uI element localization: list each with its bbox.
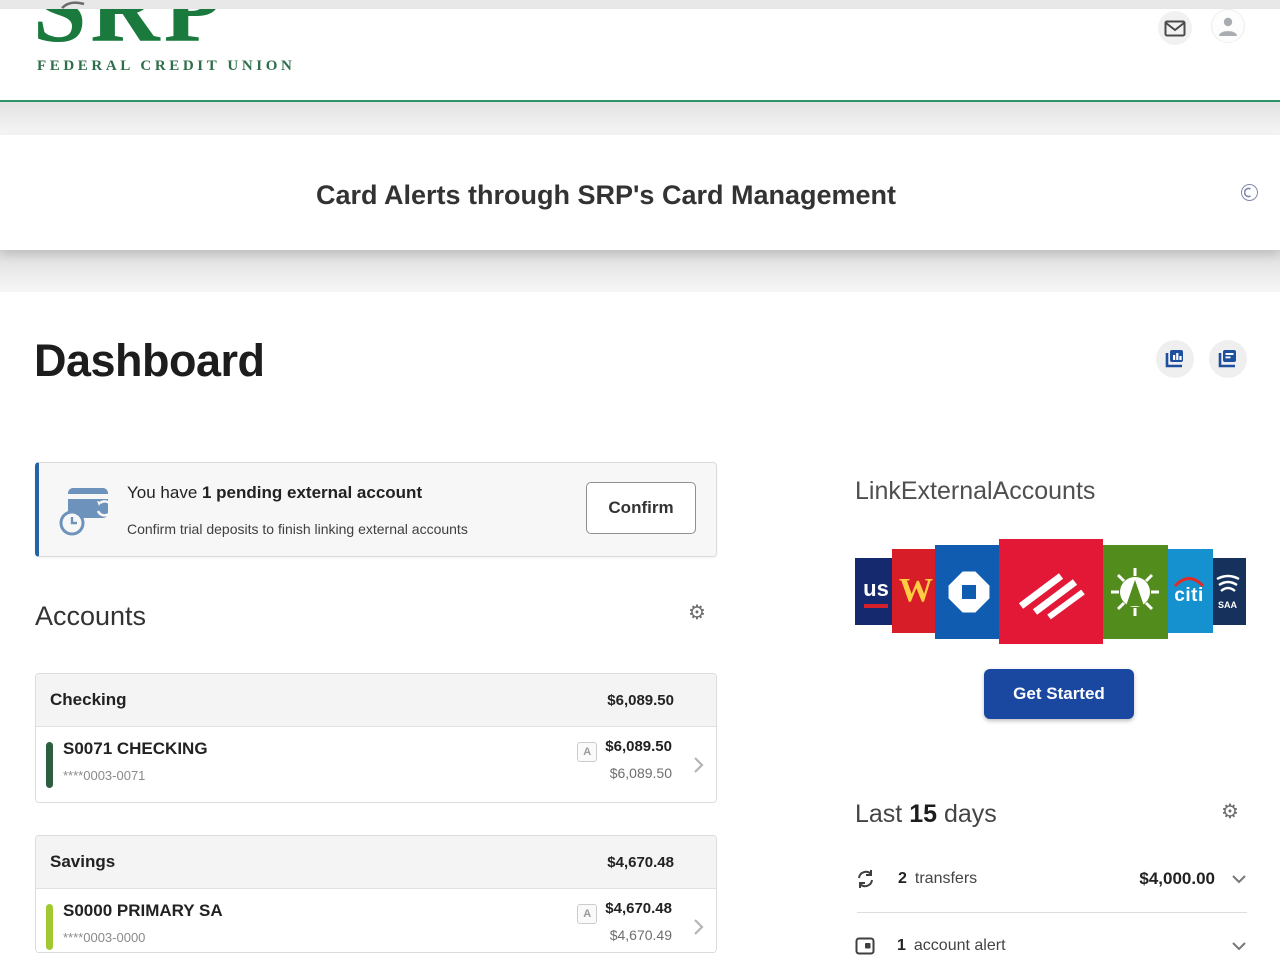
card-alert-icon <box>855 937 875 955</box>
group-name: Savings <box>50 852 115 872</box>
bank-logo-citi: citi <box>1165 549 1213 633</box>
profile-icon <box>1216 14 1240 38</box>
alert-subtext: Confirm trial deposits to finish linking… <box>127 521 468 537</box>
bank-logo-wellsfargo: W <box>892 549 940 633</box>
account-balance: $6,089.50 <box>605 738 672 755</box>
link-external-accounts-heading: LinkExternalAccounts <box>855 477 1095 506</box>
site-header: SRP FEDERAL CREDIT UNION <box>0 9 1280 102</box>
transfers-activity-row[interactable]: 2 transfers $4,000.00 <box>855 858 1247 900</box>
savings-group-header: Savings $4,670.48 <box>36 836 716 889</box>
account-number: ****0003-0071 <box>63 768 145 783</box>
activity-divider <box>857 912 1247 913</box>
chase-octagon-icon <box>946 569 992 615</box>
accounts-heading: Accounts <box>35 601 146 632</box>
chevron-right-icon <box>693 756 704 774</box>
banner-control-button[interactable] <box>1241 184 1258 201</box>
usaa-eagle-icon <box>1214 573 1242 599</box>
gradient-band-top <box>0 102 1280 135</box>
bank-logo-bankofamerica <box>999 539 1103 644</box>
browser-artifact <box>58 0 88 9</box>
account-balance: $4,670.48 <box>605 900 672 917</box>
alert-label: account alert <box>914 937 1006 955</box>
account-available-balance: $4,670.49 <box>577 927 672 943</box>
fidelity-sun-icon <box>1109 566 1161 618</box>
account-accent-bar <box>46 904 53 950</box>
activity-heading: Last 15 days <box>855 800 997 829</box>
chevron-right-icon <box>693 918 704 936</box>
mail-icon <box>1164 20 1186 37</box>
sync-transfers-icon <box>855 869 876 889</box>
chart-board-icon <box>1165 349 1185 369</box>
bank-logo-fidelity <box>1101 545 1168 639</box>
account-number: ****0003-0000 <box>63 930 145 945</box>
srp-logo-tagline: FEDERAL CREDIT UNION <box>37 58 295 75</box>
chevron-down-icon[interactable] <box>1231 874 1247 884</box>
transfer-amount: $4,000.00 <box>1139 869 1215 889</box>
alert-text: You have 1 pending external account <box>127 483 422 503</box>
srp-logo: SRP <box>33 9 226 57</box>
gradient-band-bottom <box>0 250 1280 292</box>
savings-group-card: Savings $4,670.48 S0000 PRIMARY SA ****0… <box>35 835 717 953</box>
pending-external-account-alert: You have 1 pending external account Conf… <box>35 462 717 557</box>
page-title: Dashboard <box>34 335 265 387</box>
dashboard-news-button[interactable] <box>1209 340 1247 378</box>
group-name: Checking <box>50 690 127 710</box>
messages-button[interactable] <box>1158 11 1192 45</box>
transfer-label: transfers <box>915 870 977 888</box>
account-title: S0071 CHECKING <box>63 739 208 759</box>
alert-badge: A <box>577 904 597 924</box>
promo-banner-title: Card Alerts through SRP's Card Managemen… <box>0 180 1212 211</box>
account-available-balance: $6,089.50 <box>577 765 672 781</box>
account-row-savings[interactable]: S0000 PRIMARY SA ****0003-0000 A $4,670.4… <box>36 889 716 953</box>
confirm-button[interactable]: Confirm <box>586 482 696 534</box>
account-alert-activity-row[interactable]: 1 account alert <box>855 925 1247 967</box>
bank-logo-chase <box>935 545 1002 639</box>
bofa-flag-icon <box>1015 562 1087 622</box>
clock-icon <box>1244 187 1255 198</box>
account-amounts: A $4,670.48 $4,670.49 <box>577 900 672 943</box>
alert-badge: A <box>577 742 597 762</box>
group-total: $6,089.50 <box>607 692 674 709</box>
account-title: S0000 PRIMARY SA <box>63 901 223 921</box>
account-accent-bar <box>46 742 53 788</box>
document-icon <box>1218 349 1238 369</box>
group-total: $4,670.48 <box>607 854 674 871</box>
wallet-clock-icon <box>55 481 117 539</box>
account-row-checking[interactable]: S0071 CHECKING ****0003-0071 A $6,089.50 … <box>36 727 716 803</box>
bank-logo-usbank: us <box>855 558 897 625</box>
profile-button[interactable] <box>1211 9 1245 43</box>
promo-banner: Card Alerts through SRP's Card Managemen… <box>0 135 1280 250</box>
browser-edge-strip <box>0 0 1280 9</box>
activity-settings-gear-icon[interactable]: ⚙ <box>1221 802 1239 822</box>
accounts-settings-gear-icon[interactable]: ⚙ <box>688 603 706 623</box>
checking-group-header: Checking $6,089.50 <box>36 674 716 727</box>
transfer-count: 2 <box>898 870 907 888</box>
chevron-down-icon[interactable] <box>1231 941 1247 951</box>
account-amounts: A $6,089.50 $6,089.50 <box>577 738 672 781</box>
alert-count: 1 <box>897 937 906 955</box>
bank-logos-collage: us W citi <box>853 539 1247 645</box>
get-started-button[interactable]: Get Started <box>984 669 1134 719</box>
bank-logo-usaa: SAA <box>1209 558 1246 625</box>
dashboard-widgets-button[interactable] <box>1156 340 1194 378</box>
checking-group-card: Checking $6,089.50 S0071 CHECKING ****00… <box>35 673 717 803</box>
